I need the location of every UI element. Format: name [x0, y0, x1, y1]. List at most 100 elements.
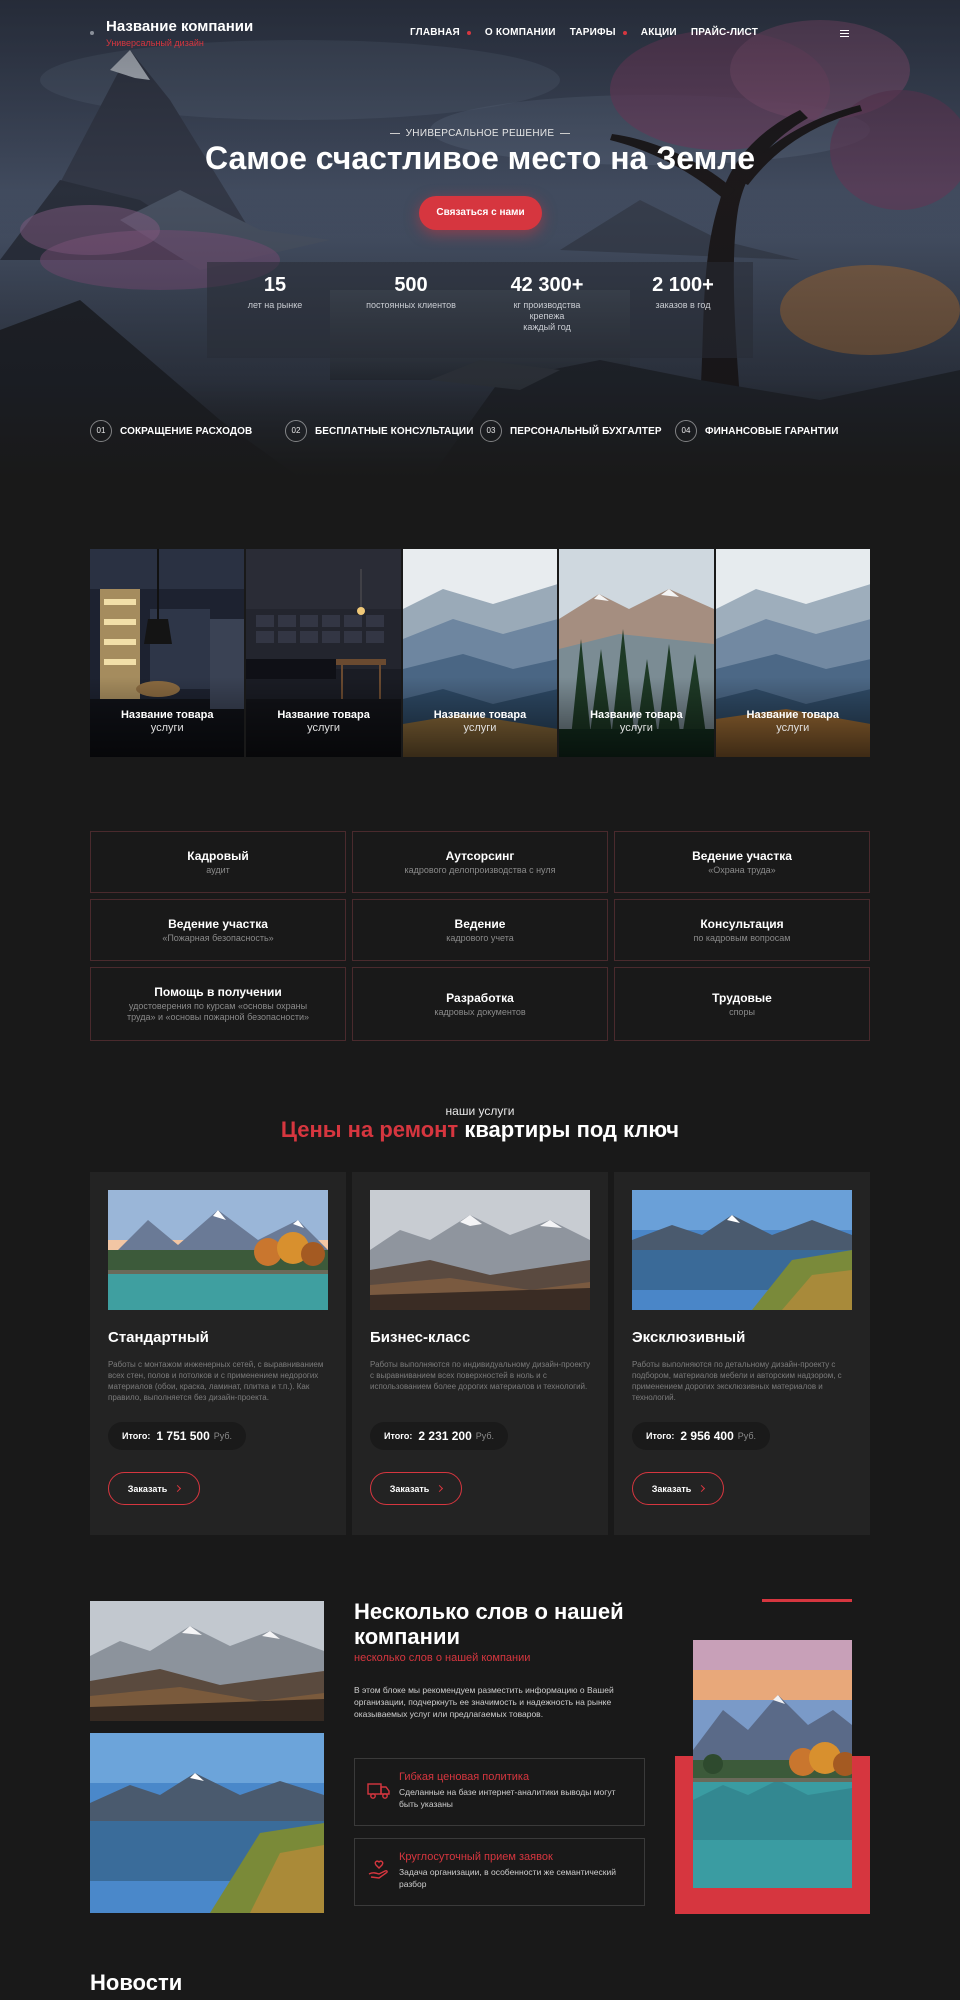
stat-value: 2 100+ [652, 274, 714, 296]
feature-number: 02 [285, 420, 307, 442]
plan-description: Работы выполняются по детальному дизайн-… [632, 1360, 842, 1402]
feature-label: ПЕРСОНАЛЬНЫЙ БУХГАЛТЕР [510, 425, 662, 437]
hero-title: Самое счастливое место на Земле [205, 140, 755, 176]
plan-description: Работы выполняются по индивидуальному ди… [370, 1360, 591, 1391]
feature-item: 04 ФИНАНСОВЫЕ ГАРАНТИИ [675, 420, 870, 442]
about-subtitle: несколько слов о нашей компании [354, 1652, 531, 1664]
service-subtitle: кадрового делопроизводства с нуля [404, 864, 556, 875]
card-image [632, 1190, 852, 1310]
order-button[interactable]: Заказать [108, 1472, 200, 1505]
about-image-mountains [90, 1601, 324, 1721]
hamburger-icon[interactable] [840, 30, 849, 37]
feature-label: ФИНАНСОВЫЕ ГАРАНТИИ [705, 425, 839, 437]
product-subtitle: услуги [619, 722, 653, 734]
about-feature-title: Гибкая ценовая политика [399, 1771, 530, 1783]
service-title: Помощь в получении [154, 985, 282, 999]
service-subtitle: «Пожарная безопасность» [162, 932, 274, 943]
nav-item-home[interactable]: ГЛАВНАЯ [410, 27, 471, 38]
nav-item-tariffs[interactable]: ТАРИФЫ [570, 27, 627, 38]
prices-eyebrow: наши услуги [445, 1104, 515, 1118]
accent-line [762, 1599, 852, 1602]
plan-name: Стандартный [108, 1329, 209, 1346]
order-button[interactable]: Заказать [370, 1472, 462, 1505]
service-item[interactable]: Консультация по кадровым вопросам [614, 899, 870, 961]
service-title: Ведение [454, 916, 506, 931]
plan-total: Итого: 1 751 500 Руб. [108, 1422, 247, 1450]
nav-item-label: ГЛАВНАЯ [410, 27, 460, 38]
pricing-card: Бизнес-класс Работы выполняются по индив… [352, 1172, 608, 1535]
plan-name: Эксклюзивный [632, 1329, 746, 1346]
about-image-portrait [693, 1640, 852, 1888]
product-subtitle: услуги [463, 722, 497, 734]
stat-value: 15 [263, 274, 287, 296]
company-tagline: Универсальный дизайн [106, 38, 204, 48]
card-image [108, 1190, 328, 1310]
service-item[interactable]: Трудовые споры [614, 967, 870, 1041]
products-gallery: Название товара услуги Название товара у… [90, 549, 870, 757]
hero-overlay [0, 0, 960, 478]
plan-description: Работы с монтажом инженерных сетей, с вы… [108, 1360, 324, 1402]
service-item[interactable]: Ведение участка «Пожарная безопасность» [90, 899, 346, 961]
product-subtitle: услуги [307, 722, 341, 734]
dropdown-dot-icon [622, 30, 627, 35]
stat-item: 15 лет на рынке [207, 262, 343, 358]
services-grid: Кадровый аудит Аутсорсинг кадрового дело… [90, 831, 870, 1047]
dropdown-dot-icon [466, 30, 471, 35]
stat-label: кг производства крепежа каждый год [513, 300, 581, 332]
chevron-right-icon [698, 1484, 706, 1493]
service-item[interactable]: Кадровый аудит [90, 831, 346, 893]
product-title: Название товара [277, 709, 370, 721]
service-item[interactable]: Аутсорсинг кадрового делопроизводства с … [352, 831, 608, 893]
about-feature: Гибкая ценовая политика Сделанные на баз… [354, 1758, 645, 1826]
feature-item: 03 ПЕРСОНАЛЬНЫЙ БУХГАЛТЕР [480, 420, 675, 442]
product-card[interactable]: Название товара услуги [559, 549, 714, 757]
hero-eyebrow: УНИВЕРСАЛЬНОЕ РЕШЕНИЕ [0, 128, 960, 139]
plan-total: Итого: 2 231 200 Руб. [370, 1422, 509, 1450]
about-feature-desc: Сделанные на базе интернет-аналитики выв… [399, 1787, 616, 1809]
divider-line [560, 132, 571, 134]
stat-item: 500 постоянных клиентов [343, 262, 479, 358]
nav-item-label: ПРАЙС-ЛИСТ [690, 27, 759, 38]
plan-price: 1 751 500 [156, 1429, 210, 1443]
service-item[interactable]: Помощь в получении удостоверения по курс… [90, 967, 346, 1041]
product-subtitle: услуги [776, 722, 810, 734]
contact-us-button[interactable]: Связаться с нами [419, 196, 542, 230]
pricing-cards: Стандартный Работы с монтажом инженерных… [90, 1172, 870, 1535]
divider-line [389, 132, 400, 134]
order-button[interactable]: Заказать [632, 1472, 724, 1505]
service-subtitle: по кадровым вопросам [693, 932, 791, 943]
nav-item-price-list[interactable]: ПРАЙС-ЛИСТ [691, 27, 758, 38]
feature-number: 04 [675, 420, 697, 442]
chevron-right-icon [436, 1484, 444, 1493]
service-item[interactable]: Ведение участка «Охрана труда» [614, 831, 870, 893]
truck-icon [367, 1783, 390, 1799]
card-image [370, 1190, 590, 1310]
plan-price: 2 956 400 [680, 1429, 734, 1443]
product-title: Название товара [590, 709, 683, 721]
logo-icon [90, 31, 94, 35]
feature-number: 01 [90, 420, 112, 442]
product-card[interactable]: Название товара услуги [715, 549, 870, 757]
product-card[interactable]: Название товара услуги [246, 549, 401, 757]
about-title: Несколько слов о нашей компании [354, 1599, 624, 1649]
product-card[interactable]: Название товара услуги [402, 549, 558, 757]
nav-item-promotions[interactable]: АКЦИИ [641, 27, 677, 38]
product-title: Название товара [433, 709, 527, 721]
hero-features: 01 СОКРАЩЕНИЕ РАСХОДОВ 02 БЕСПЛАТНЫЕ КОН… [90, 420, 870, 442]
service-title: Аутсорсинг [445, 848, 515, 863]
about-image-lake [90, 1733, 324, 1913]
news-title: Новости [90, 1970, 183, 1995]
feature-item: 01 СОКРАЩЕНИЕ РАСХОДОВ [90, 420, 285, 442]
service-title: Разработка [446, 990, 514, 1005]
service-item[interactable]: Ведение кадрового учета [352, 899, 608, 961]
feature-number: 03 [480, 420, 502, 442]
service-title: Трудовые [712, 990, 772, 1005]
service-item[interactable]: Разработка кадровых документов [352, 967, 608, 1041]
product-card[interactable]: Название товара услуги [90, 549, 245, 757]
chevron-right-icon [174, 1484, 182, 1493]
feature-label: СОКРАЩЕНИЕ РАСХОДОВ [120, 425, 253, 437]
company-name[interactable]: Название компании [106, 18, 253, 35]
feature-item: 02 БЕСПЛАТНЫЕ КОНСУЛЬТАЦИИ [285, 420, 480, 442]
service-title: Ведение участка [692, 848, 792, 863]
nav-item-about[interactable]: О КОМПАНИИ [485, 27, 556, 38]
